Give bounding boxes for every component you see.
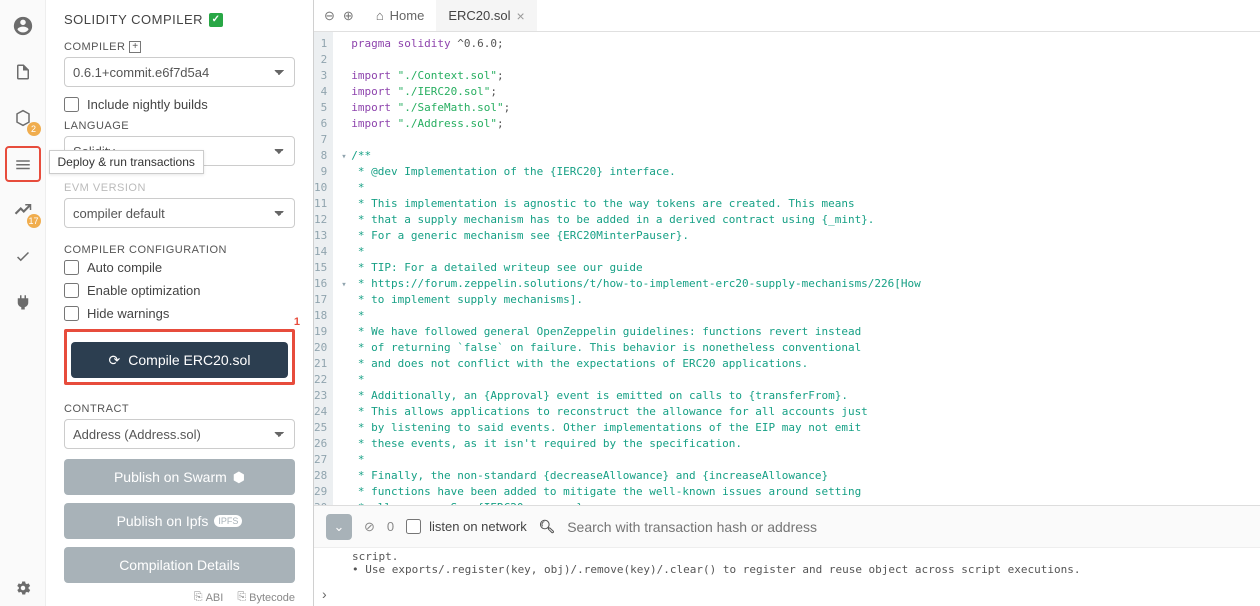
abi-link[interactable]: ⎘ ABI bbox=[194, 591, 224, 604]
hidewarn-checkbox[interactable]: Hide warnings bbox=[64, 306, 295, 321]
refresh-icon: ⟳ bbox=[109, 352, 121, 369]
autocompile-checkbox[interactable]: Auto compile bbox=[64, 260, 295, 275]
panel-status-icon: ✓ bbox=[209, 13, 223, 27]
main-area: ⊖ ⊕ ⌂ Home ERC20.sol × 12345678910111213… bbox=[314, 0, 1260, 606]
analysis-icon[interactable]: 17 bbox=[5, 192, 41, 228]
zoom-out-icon[interactable]: ⊖ bbox=[324, 8, 335, 24]
panel-title: SOLIDITY COMPILER ✓ bbox=[64, 12, 295, 27]
evm-label: EVM VERSION bbox=[64, 182, 295, 194]
deploy-tooltip: Deploy & run transactions bbox=[49, 150, 204, 174]
compile-button[interactable]: ⟳ Compile ERC20.sol bbox=[71, 342, 288, 378]
pending-count: 0 bbox=[387, 519, 394, 534]
publish-ipfs-button[interactable]: Publish on Ipfs IPFS bbox=[64, 503, 295, 539]
compiler-label: COMPILER + bbox=[64, 41, 295, 53]
add-compiler-icon[interactable]: + bbox=[129, 41, 141, 53]
compile-highlight: 1 ⟳ Compile ERC20.sol bbox=[64, 329, 295, 385]
code-editor[interactable]: 1234567891011121314151617181920212223242… bbox=[314, 32, 1260, 505]
nightly-checkbox[interactable]: Include nightly builds bbox=[64, 97, 295, 112]
clear-icon[interactable]: ⊘ bbox=[364, 519, 375, 535]
deploy-icon[interactable]: Deploy & run transactions bbox=[5, 146, 41, 182]
left-iconbar: 2 Deploy & run transactions 17 bbox=[0, 0, 46, 606]
terminal-toggle-icon[interactable]: ⌄ bbox=[326, 514, 352, 540]
remix-logo-icon[interactable] bbox=[5, 8, 41, 44]
ipfs-icon: IPFS bbox=[214, 515, 242, 527]
compilation-details-button[interactable]: Compilation Details bbox=[64, 547, 295, 583]
terminal-line: • Use exports/.register(key, obj)/.remov… bbox=[352, 563, 1246, 576]
language-label: LANGUAGE bbox=[64, 120, 295, 132]
bytecode-link[interactable]: ⎘ Bytecode bbox=[237, 591, 295, 604]
file-explorer-icon[interactable] bbox=[5, 54, 41, 90]
home-tab[interactable]: ⌂ Home bbox=[364, 0, 437, 31]
terminal-prompt[interactable]: › bbox=[314, 582, 1260, 606]
compiler-icon[interactable]: 2 bbox=[5, 100, 41, 136]
testing-icon[interactable] bbox=[5, 238, 41, 274]
swarm-icon: ⬢ bbox=[233, 469, 245, 486]
contract-select[interactable]: Address (Address.sol) bbox=[64, 419, 295, 449]
code-body[interactable]: pragma solidity ^0.6.0; import "./Contex… bbox=[333, 32, 1260, 505]
compiler-select[interactable]: 0.6.1+commit.e6f7d5a4 bbox=[64, 57, 295, 87]
analysis-badge: 17 bbox=[27, 214, 41, 228]
compiler-panel: SOLIDITY COMPILER ✓ COMPILER + 0.6.1+com… bbox=[46, 0, 314, 606]
listen-checkbox[interactable]: listen on network bbox=[406, 519, 527, 534]
optimize-checkbox[interactable]: Enable optimization bbox=[64, 283, 295, 298]
publish-swarm-button[interactable]: Publish on Swarm ⬢ bbox=[64, 459, 295, 495]
close-tab-icon[interactable]: × bbox=[517, 8, 525, 24]
plugin-icon[interactable] bbox=[5, 284, 41, 320]
config-label: COMPILER CONFIGURATION bbox=[64, 244, 295, 256]
terminal-search-input[interactable] bbox=[567, 519, 967, 535]
zoom-in-icon[interactable]: ⊕ bbox=[343, 8, 354, 24]
line-gutter: 1234567891011121314151617181920212223242… bbox=[314, 32, 333, 505]
contract-label: CONTRACT bbox=[64, 403, 295, 415]
home-icon: ⌂ bbox=[376, 8, 384, 23]
annotation-1: 1 bbox=[294, 316, 300, 328]
search-icon[interactable]: 🔍︎ bbox=[539, 519, 556, 535]
editor-tabbar: ⊖ ⊕ ⌂ Home ERC20.sol × bbox=[314, 0, 1260, 32]
settings-icon[interactable] bbox=[5, 570, 41, 606]
evm-select[interactable]: compiler default bbox=[64, 198, 295, 228]
terminal-toolbar: ⌄ ⊘ 0 listen on network 🔍︎ bbox=[314, 506, 1260, 548]
terminal-line: script. bbox=[352, 550, 1246, 563]
compiler-badge: 2 bbox=[27, 122, 41, 136]
terminal-output: script. • Use exports/.register(key, obj… bbox=[314, 548, 1260, 582]
terminal: ⌄ ⊘ 0 listen on network 🔍︎ script. • Use… bbox=[314, 505, 1260, 606]
file-tab[interactable]: ERC20.sol × bbox=[436, 0, 536, 31]
